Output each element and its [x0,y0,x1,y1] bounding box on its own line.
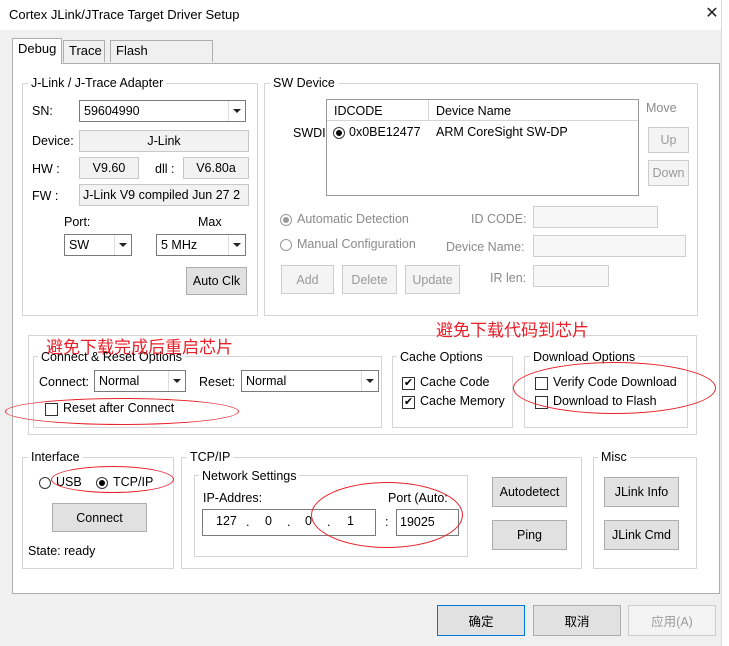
adapter-group-title: J-Link / J-Trace Adapter [28,76,167,90]
device-label: Device: [32,134,74,148]
ip-address-label: IP-Addres: [203,491,263,505]
manual-configuration-label: Manual Configuration [297,237,416,251]
jlink-cmd-button[interactable]: JLink Cmd [604,520,679,550]
cache-options-group [392,356,513,428]
annotation-ellipse-ip-port [311,482,463,548]
annotation-left-note: 避免下载完成后重启芯片 [46,338,233,358]
automatic-detection-label: Automatic Detection [297,212,409,226]
network-settings-title: Network Settings [199,469,300,483]
sn-label: SN: [32,104,53,118]
port-value: SW [69,238,90,252]
chevron-down-icon[interactable] [114,235,131,255]
manual-configuration-radio[interactable] [280,239,292,251]
connect-mode-value: Normal [99,374,140,388]
fw-value: J-Link V9 compiled Jun 27 2 [79,184,249,206]
cancel-button[interactable]: 取消 [533,605,621,636]
tcpip-title: TCP/IP [187,450,234,464]
connect-button[interactable]: Connect [52,503,147,532]
sn-select[interactable]: 59604990 [79,100,246,122]
auto-clk-button[interactable]: Auto Clk [186,267,247,295]
ir-len-label: IR len: [490,271,527,285]
usb-radio[interactable] [39,477,51,489]
device-name-field[interactable] [533,235,686,257]
move-up-button[interactable]: Up [648,127,689,153]
hw-value: V9.60 [79,157,139,179]
port-select[interactable]: SW [64,234,132,256]
ip-octet-1[interactable]: 127 [216,514,237,528]
sn-value: 59604990 [84,104,140,118]
reset-mode-value: Normal [246,374,287,388]
dll-label: dll : [155,162,175,176]
annotation-right-note: 避免下载代码到芯片 [436,321,589,341]
header-divider [428,100,429,121]
connect-label: Connect: [39,375,90,389]
background-window-edge [721,0,729,646]
cache-code-label: Cache Code [420,375,490,389]
delete-button[interactable]: Delete [342,265,397,294]
max-label: Max [198,215,222,229]
ip-dot-2: . [287,515,291,529]
device-name-label: Device Name: [446,240,525,254]
reset-mode-select[interactable]: Normal [241,370,379,392]
jlink-info-button[interactable]: JLink Info [604,477,679,507]
add-button[interactable]: Add [281,265,334,294]
misc-title: Misc [598,450,630,464]
id-code-field[interactable] [533,206,658,228]
update-button[interactable]: Update [405,265,460,294]
device-value: J-Link [79,130,249,152]
tab-debug[interactable]: Debug [12,38,62,64]
misc-group [593,457,697,569]
col-idcode[interactable]: IDCODE [334,104,383,118]
cache-options-title: Cache Options [397,350,486,364]
device-row-radio[interactable] [333,127,345,139]
annotation-ellipse-download [513,362,716,414]
chevron-down-icon[interactable] [228,101,245,121]
dll-value: V6.80a [183,157,249,179]
annotation-ellipse-interface [51,466,174,493]
device-row-name[interactable]: ARM CoreSight SW-DP [436,125,568,139]
max-clock-value: 5 MHz [161,238,198,252]
fw-label: FW : [32,189,59,203]
ping-button[interactable]: Ping [492,520,567,550]
cache-code-checkbox[interactable]: ✔ [402,377,415,390]
ip-octet-2[interactable]: 0 [265,514,272,528]
col-device-name[interactable]: Device Name [436,104,511,118]
autodetect-button[interactable]: Autodetect [492,477,567,507]
tab-trace[interactable]: Trace [63,40,105,62]
max-clock-select[interactable]: 5 MHz [156,234,246,256]
connect-mode-select[interactable]: Normal [94,370,186,392]
automatic-detection-radio[interactable] [280,214,292,226]
ok-button[interactable]: 确定 [437,605,525,636]
interface-title: Interface [28,450,83,464]
id-code-label: ID CODE: [471,212,527,226]
swdi-label: SWDI [293,126,326,140]
device-row-idcode[interactable]: 0x0BE12477 [349,125,421,139]
chevron-down-icon[interactable] [361,371,378,391]
apply-button[interactable]: 应用(A) [628,605,716,636]
cache-memory-checkbox[interactable]: ✔ [402,396,415,409]
reset-label: Reset: [199,375,236,389]
hw-label: HW : [32,162,60,176]
move-down-button[interactable]: Down [648,160,689,186]
ip-dot-1: . [246,515,250,529]
annotation-ellipse-reset [5,398,239,425]
chevron-down-icon[interactable] [228,235,245,255]
chevron-down-icon[interactable] [168,371,185,391]
sw-device-group-title: SW Device [270,76,338,90]
cache-memory-label: Cache Memory [420,394,505,408]
window-title: Cortex JLink/JTrace Target Driver Setup [9,7,240,22]
ir-len-field[interactable] [533,265,609,287]
port-label: Port: [64,215,91,229]
tab-flash-download[interactable]: Flash Download [110,40,213,78]
move-label: Move [646,101,677,115]
interface-state: State: ready [28,544,96,558]
